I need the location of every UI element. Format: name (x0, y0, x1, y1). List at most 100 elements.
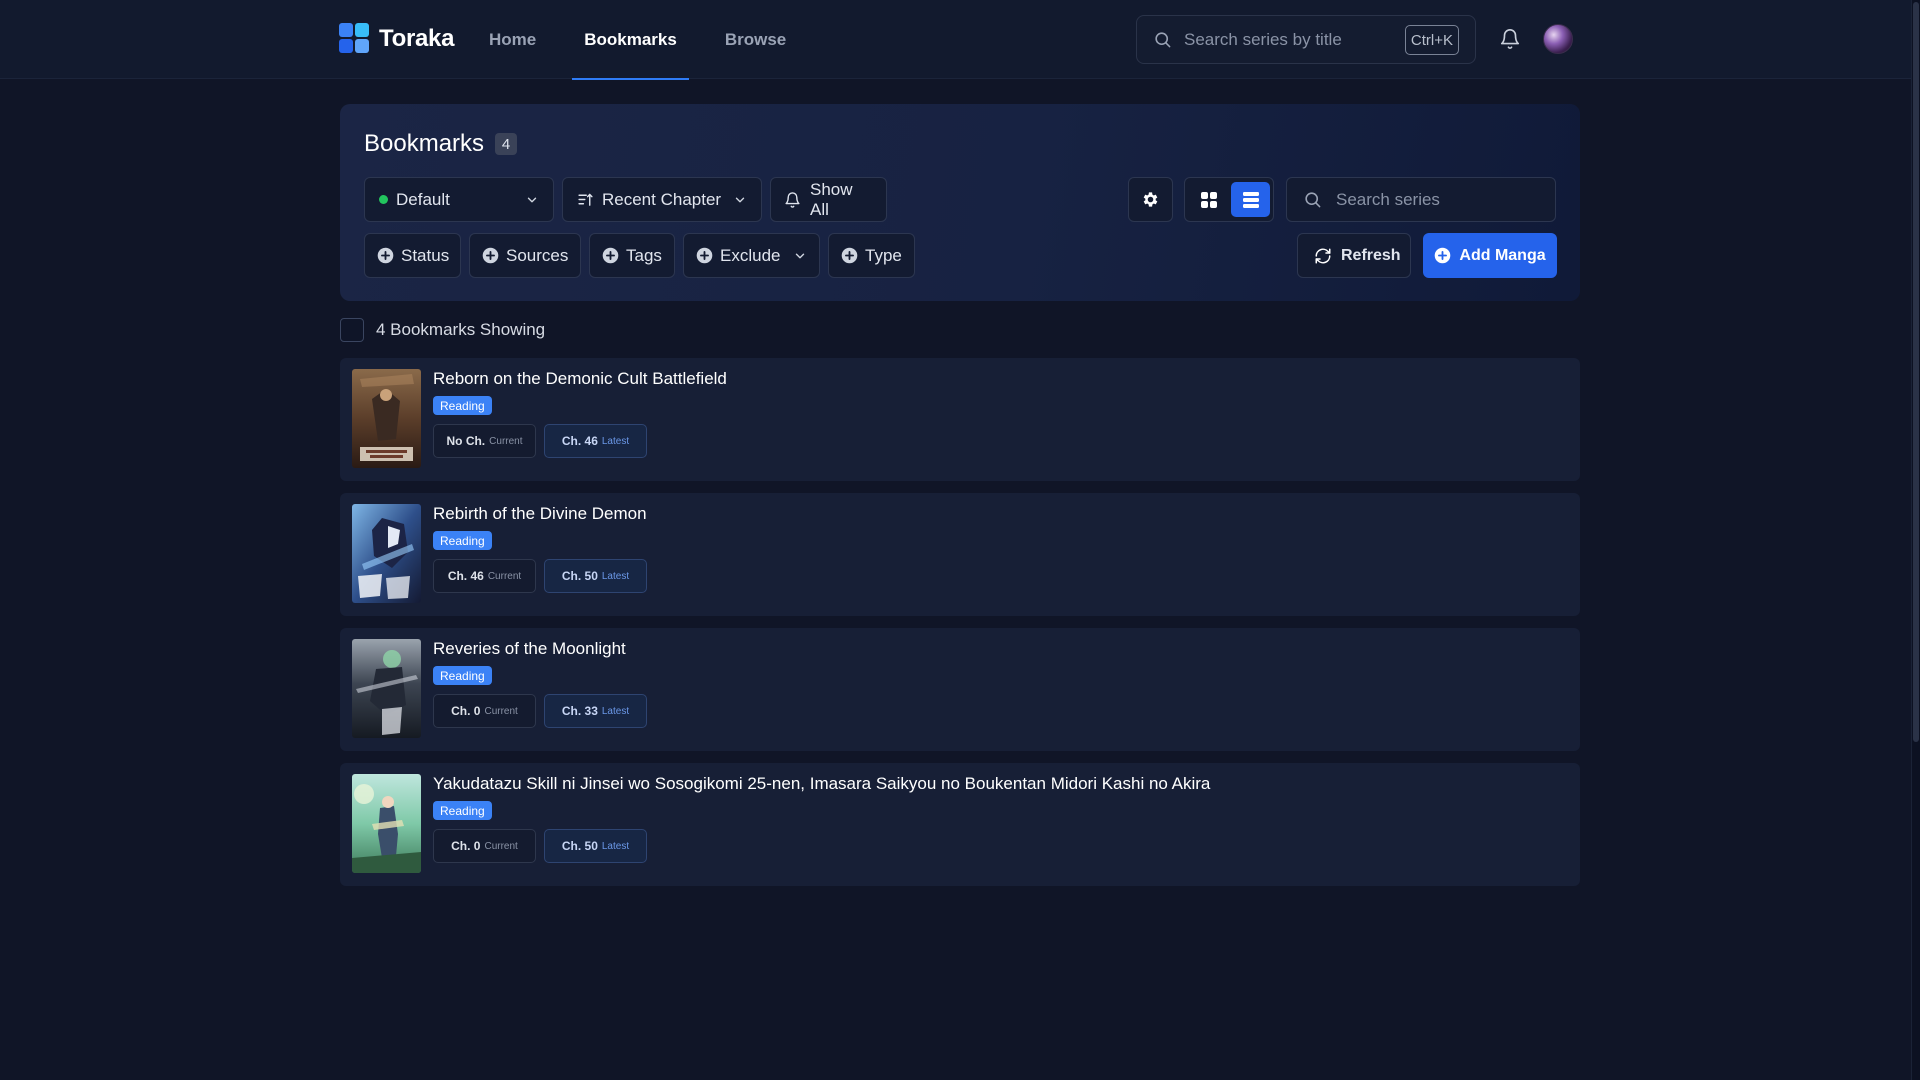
refresh-icon (1314, 247, 1332, 265)
latest-chapter-chip[interactable]: Ch. 50 Latest (544, 559, 647, 593)
current-chapter-label: Current (484, 840, 518, 852)
list-icon (1242, 191, 1259, 208)
bookmark-count-badge: 4 (495, 133, 517, 155)
logo-icon (339, 23, 371, 55)
bell-icon[interactable] (1499, 27, 1521, 51)
latest-chapter-label: Latest (601, 840, 630, 852)
cover-image[interactable] (352, 504, 421, 603)
cover-image[interactable] (352, 774, 421, 873)
current-chapter-value: Ch. 0 (451, 704, 481, 718)
status-filter-label: Status (401, 245, 450, 265)
scrollbar-thumb[interactable] (1913, 2, 1919, 742)
series-title[interactable]: Rebirth of the Divine Demon (433, 504, 647, 524)
exclude-filter-label: Exclude (720, 245, 781, 265)
bell-icon (784, 191, 801, 209)
latest-chapter-chip[interactable]: Ch. 33 Latest (544, 694, 647, 728)
nav-bookmarks[interactable]: Bookmarks (572, 0, 689, 80)
bookmarks-control-panel: Bookmarks 4 Default Recent Chapter Show … (340, 104, 1580, 301)
list-item[interactable]: Yakudatazu Skill ni Jinsei wo Sosogikomi… (340, 763, 1580, 886)
current-chapter-chip[interactable]: Ch. 46 Current (433, 559, 536, 593)
list-item[interactable]: Reborn on the Demonic Cult Battlefield R… (340, 358, 1580, 481)
sources-filter-button[interactable]: Sources (469, 233, 581, 278)
list-item[interactable]: Rebirth of the Divine Demon Reading Ch. … (340, 493, 1580, 616)
current-chapter-label: Current (484, 705, 518, 717)
current-chapter-chip[interactable]: Ch. 0 Current (433, 694, 536, 728)
series-search-input[interactable]: Search series (1286, 177, 1556, 222)
current-chapter-value: Ch. 46 (447, 569, 484, 583)
app-name: Toraka (379, 25, 455, 52)
search-icon (1303, 190, 1322, 209)
sort-dropdown[interactable]: Recent Chapter (562, 177, 762, 222)
refresh-button[interactable]: Refresh (1297, 233, 1411, 278)
cover-image[interactable] (352, 639, 421, 738)
nav-home[interactable]: Home (477, 0, 548, 79)
status-badge: Reading (433, 666, 492, 685)
type-filter-label: Type (865, 245, 902, 265)
page-title: Bookmarks (364, 130, 485, 157)
gear-icon (1141, 190, 1160, 209)
status-dot-icon (379, 195, 388, 204)
sort-label: Recent Chapter (602, 189, 722, 209)
latest-chapter-value: Ch. 50 (561, 569, 598, 583)
nav-browse[interactable]: Browse (713, 0, 798, 79)
page-scrollbar[interactable] (1911, 0, 1920, 1080)
bookmarks-showing-label: 4 Bookmarks Showing (376, 320, 546, 339)
list-filter-dropdown[interactable]: Default (364, 177, 554, 222)
notification-filter-button[interactable]: Show All (770, 177, 887, 222)
list-view-button[interactable] (1231, 182, 1270, 217)
cover-image[interactable] (352, 369, 421, 468)
current-chapter-chip[interactable]: No Ch. Current (433, 424, 536, 458)
select-all-checkbox[interactable] (340, 318, 364, 342)
latest-chapter-value: Ch. 46 (561, 434, 598, 448)
series-search-placeholder: Search series (1336, 189, 1440, 209)
status-filter-button[interactable]: Status (364, 233, 461, 278)
plus-circle-icon (482, 247, 499, 264)
current-chapter-chip[interactable]: Ch. 0 Current (433, 829, 536, 863)
notification-filter-label: Show All (810, 179, 853, 219)
latest-chapter-value: Ch. 50 (561, 839, 598, 853)
current-chapter-label: Current (487, 570, 522, 582)
search-shortcut-hint: Ctrl+K (1404, 25, 1459, 55)
avatar[interactable] (1543, 24, 1573, 54)
plus-circle-icon (841, 247, 858, 264)
plus-circle-icon (602, 247, 619, 264)
plus-circle-icon (377, 247, 394, 264)
status-badge: Reading (433, 396, 492, 415)
sort-icon (577, 191, 594, 208)
latest-chapter-chip[interactable]: Ch. 46 Latest (544, 424, 647, 458)
latest-chapter-value: Ch. 33 (561, 704, 598, 718)
series-title[interactable]: Reveries of the Moonlight (433, 639, 626, 659)
series-title[interactable]: Yakudatazu Skill ni Jinsei wo Sosogikomi… (433, 774, 1210, 794)
latest-chapter-label: Latest (601, 435, 630, 447)
status-badge: Reading (433, 801, 492, 820)
chevron-down-icon (525, 193, 539, 207)
latest-chapter-label: Latest (601, 705, 630, 717)
top-navigation-bar: Toraka Home Bookmarks Browse Search seri… (0, 0, 1920, 80)
global-search-input[interactable]: Search series by title Ctrl+K (1136, 15, 1476, 64)
search-icon (1153, 30, 1172, 49)
settings-button[interactable] (1128, 177, 1173, 222)
global-search-placeholder: Search series by title (1184, 29, 1342, 49)
tags-filter-button[interactable]: Tags (589, 233, 675, 278)
latest-chapter-chip[interactable]: Ch. 50 Latest (544, 829, 647, 863)
exclude-filter-dropdown[interactable]: Exclude (683, 233, 820, 278)
series-title[interactable]: Reborn on the Demonic Cult Battlefield (433, 369, 727, 389)
sources-filter-label: Sources (506, 245, 569, 265)
status-badge: Reading (433, 531, 492, 550)
chevron-down-icon (793, 249, 807, 263)
list-item[interactable]: Reveries of the Moonlight Reading Ch. 0 … (340, 628, 1580, 751)
latest-chapter-label: Latest (601, 570, 630, 582)
type-filter-button[interactable]: Type (828, 233, 915, 278)
current-chapter-value: No Ch. (446, 434, 486, 448)
app-logo[interactable]: Toraka (339, 23, 454, 55)
grid-view-button[interactable] (1189, 182, 1228, 217)
add-manga-button[interactable]: Add Manga (1423, 233, 1557, 278)
current-chapter-label: Current (489, 435, 523, 447)
plus-circle-icon (696, 247, 713, 264)
chevron-down-icon (733, 193, 747, 207)
add-manga-label: Add Manga (1459, 246, 1546, 264)
main-nav: Home Bookmarks Browse (477, 0, 822, 80)
plus-circle-icon (1434, 247, 1451, 264)
grid-icon (1200, 191, 1217, 208)
list-filter-label: Default (396, 189, 450, 209)
